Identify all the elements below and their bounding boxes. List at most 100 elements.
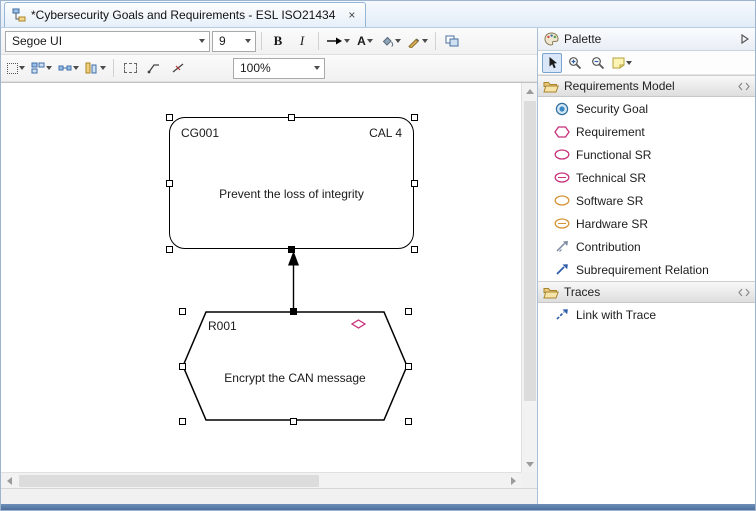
selection-handle[interactable] [288, 114, 295, 121]
drawer-pin-icon[interactable] [738, 288, 750, 297]
drawer-label: Traces [564, 285, 733, 299]
note-tool-button[interactable] [611, 53, 633, 73]
palette-drawer-requirements-model[interactable]: Requirements Model [538, 75, 755, 97]
zoom-combo[interactable]: 100% [233, 58, 325, 79]
chevron-down-icon [19, 66, 25, 70]
font-family-value: Segoe UI [6, 34, 194, 48]
requirement-node-id: R001 [208, 319, 237, 333]
selection-handle[interactable] [166, 246, 173, 253]
editor-tab[interactable]: *Cybersecurity Goals and Requirements - … [4, 2, 366, 27]
vertical-scrollbar[interactable] [521, 83, 537, 472]
selection-handle[interactable] [405, 363, 412, 370]
zoom-in-tool-button[interactable] [565, 53, 585, 73]
arrow-style-button[interactable] [324, 30, 352, 52]
format-toolbar: Segoe UI 9 B I [1, 28, 537, 55]
selection-handle[interactable] [411, 114, 418, 121]
selection-handle[interactable] [411, 180, 418, 187]
font-family-combo[interactable]: Segoe UI [5, 31, 210, 52]
italic-button[interactable]: I [291, 30, 313, 52]
chevron-down-icon [46, 66, 52, 70]
distribute-button[interactable] [56, 57, 81, 79]
chevron-down-icon [100, 66, 106, 70]
selection-handle[interactable] [411, 246, 418, 253]
diagram-toolbar: 100% [1, 55, 537, 82]
palette-item-software-sr[interactable]: Software SR [538, 189, 755, 212]
drawer-pin-icon[interactable] [738, 82, 750, 91]
note-icon [612, 57, 625, 69]
selection-handle[interactable] [405, 418, 412, 425]
selection-handle[interactable] [179, 308, 186, 315]
palette-item-label: Requirement [576, 125, 645, 139]
horizontal-scrollbar[interactable] [1, 472, 521, 488]
vertical-scroll-thumb[interactable] [524, 101, 536, 401]
selection-handle[interactable] [179, 418, 186, 425]
palette-item-hardware-sr[interactable]: Hardware SR [538, 212, 755, 235]
toolbar-separator [435, 32, 436, 50]
palette-item-label: Software SR [576, 194, 643, 208]
paint-bucket-icon [380, 35, 394, 48]
selection-handle[interactable] [166, 180, 173, 187]
scroll-left-arrow[interactable] [1, 473, 17, 489]
selection-handle[interactable] [405, 308, 412, 315]
selection-handle[interactable] [290, 418, 297, 425]
scrollbar-corner [521, 472, 537, 488]
palette-item-subrequirement-relation[interactable]: Subrequirement Relation [538, 258, 755, 281]
open-folder-icon [543, 80, 559, 93]
selection-handle[interactable] [288, 246, 295, 253]
requirement-node-label: Encrypt the CAN message [182, 371, 408, 385]
font-color-icon: A [357, 34, 366, 48]
selection-handle[interactable] [166, 114, 173, 121]
goal-node-id: CG001 [181, 126, 219, 140]
status-trim [1, 488, 537, 504]
chevron-down-icon[interactable] [309, 59, 324, 78]
horizontal-scroll-thumb[interactable] [19, 475, 319, 487]
oblique-router-button[interactable] [143, 57, 165, 79]
copy-appearance-icon [445, 35, 460, 48]
open-folder-icon [543, 286, 559, 299]
diagram-canvas[interactable]: CG001 CAL 4 Prevent the loss of integrit… [1, 83, 521, 472]
scroll-up-arrow[interactable] [522, 83, 538, 99]
requirement-node[interactable]: R001 Encrypt the CAN message [182, 311, 408, 421]
line-color-button[interactable] [405, 30, 430, 52]
auto-size-button[interactable] [119, 57, 141, 79]
fill-color-button[interactable] [378, 30, 403, 52]
select-tool-button[interactable] [542, 53, 562, 73]
bold-button[interactable]: B [267, 30, 289, 52]
palette-item-link-with-trace[interactable]: Link with Trace [538, 303, 755, 326]
functional-sr-icon [553, 149, 570, 160]
rectilinear-router-button[interactable] [167, 57, 189, 79]
rectilinear-router-icon [171, 62, 185, 74]
goal-node-cal-badge: CAL 4 [369, 126, 402, 140]
palette-item-label: Subrequirement Relation [576, 263, 709, 277]
link-with-trace-icon [553, 308, 570, 321]
palette-drawer-traces[interactable]: Traces [538, 281, 755, 303]
tab-close-icon[interactable]: × [345, 9, 358, 22]
select-mode-button[interactable] [5, 57, 27, 79]
scroll-down-arrow[interactable] [522, 456, 538, 472]
palette-item-requirement[interactable]: Requirement [538, 120, 755, 143]
palette-item-label: Security Goal [576, 102, 648, 116]
zoom-value: 100% [234, 61, 309, 75]
font-color-button[interactable]: A [354, 30, 376, 52]
hardware-sr-icon [553, 218, 570, 229]
chevron-down-icon[interactable] [240, 32, 255, 51]
security-goal-node[interactable]: CG001 CAL 4 Prevent the loss of integrit… [169, 117, 414, 249]
palette-item-security-goal[interactable]: Security Goal [538, 97, 755, 120]
order-button[interactable] [83, 57, 108, 79]
goal-node-label: Prevent the loss of integrity [170, 187, 413, 201]
palette-header[interactable]: Palette [538, 28, 755, 51]
palette-item-functional-sr[interactable]: Functional SR [538, 143, 755, 166]
apply-style-button[interactable] [441, 30, 463, 52]
font-size-combo[interactable]: 9 [212, 31, 256, 52]
cursor-icon [547, 56, 558, 69]
marquee-select-icon [7, 63, 18, 74]
collapse-palette-icon[interactable] [741, 34, 749, 44]
palette-item-technical-sr[interactable]: Technical SR [538, 166, 755, 189]
chevron-down-icon[interactable] [194, 32, 209, 51]
align-button[interactable] [29, 57, 54, 79]
selection-handle[interactable] [290, 308, 297, 315]
zoom-out-tool-button[interactable] [588, 53, 608, 73]
selection-handle[interactable] [179, 363, 186, 370]
scroll-right-arrow[interactable] [505, 473, 521, 489]
palette-item-contribution[interactable]: Contribution [538, 235, 755, 258]
